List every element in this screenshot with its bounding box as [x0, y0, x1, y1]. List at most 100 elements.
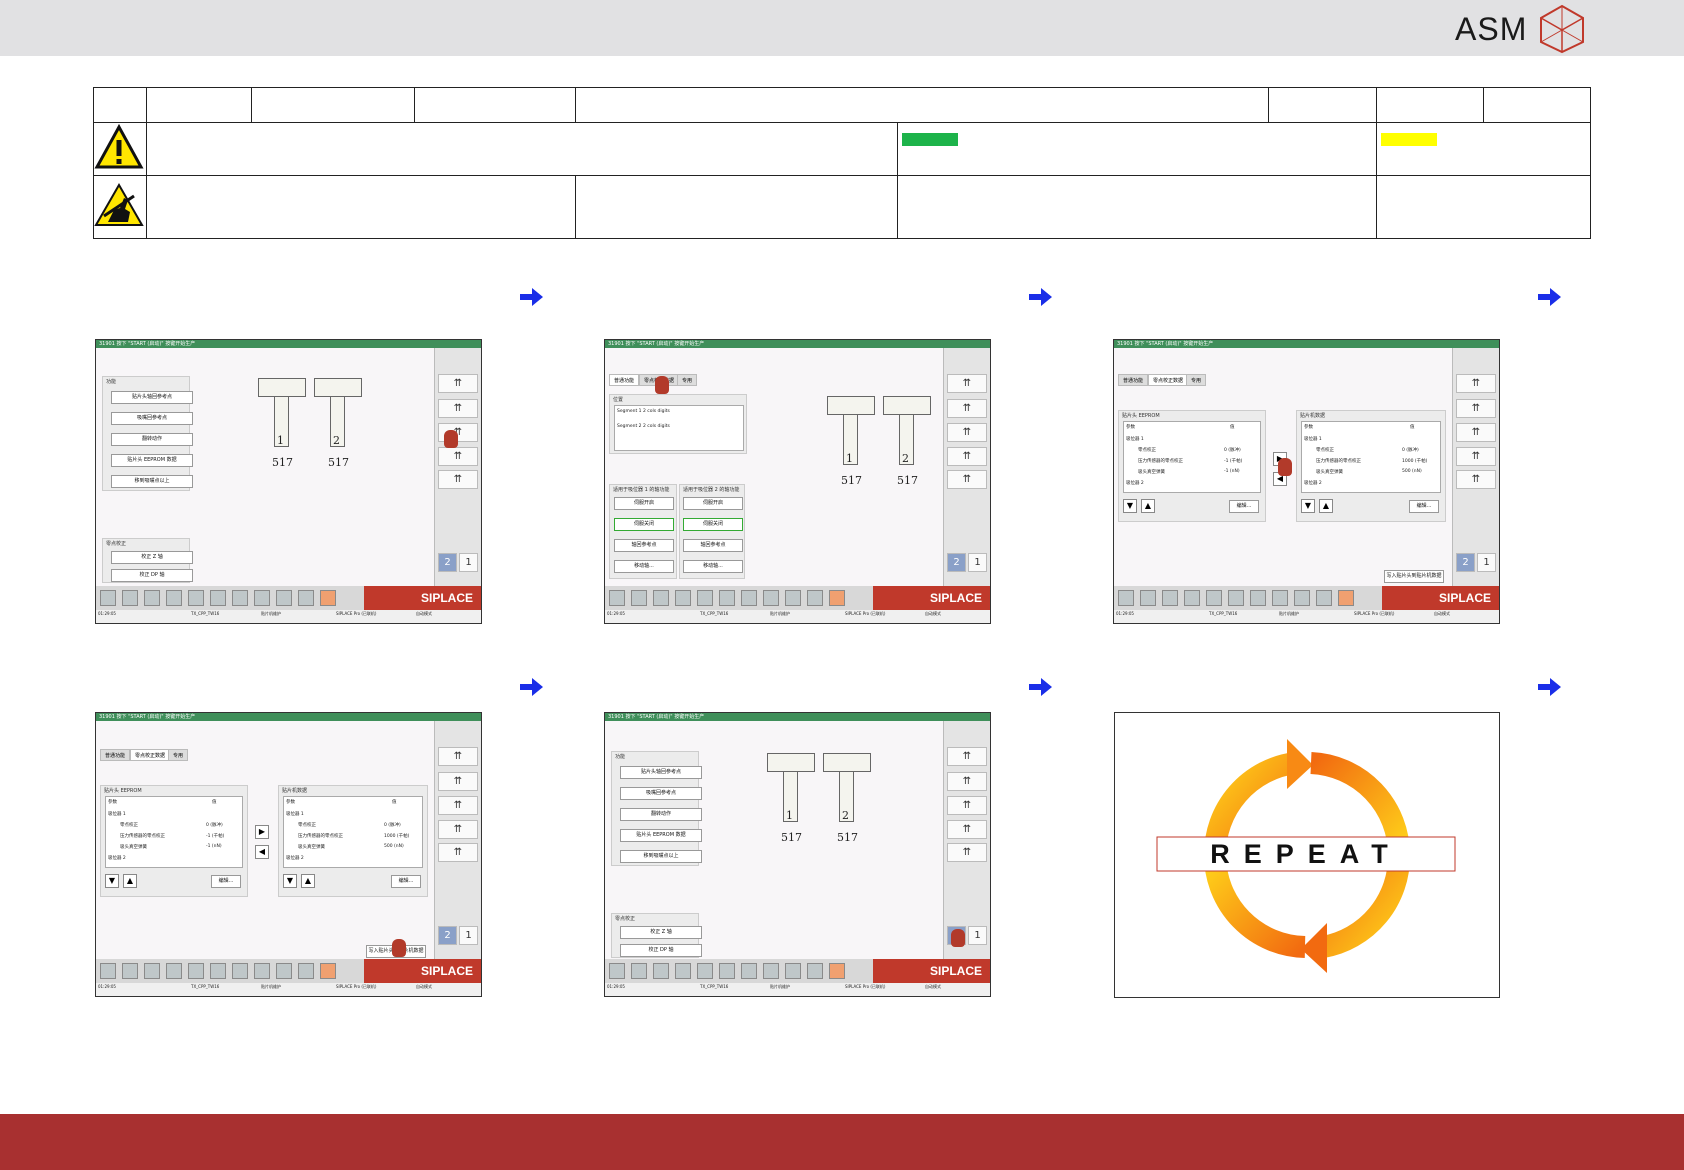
head-select-button[interactable]: ⇈ [438, 796, 478, 815]
toolbar-icon[interactable] [1294, 590, 1310, 606]
scroll-down-button[interactable]: ▼ [1123, 499, 1137, 513]
move-above-nozzle-button[interactable]: 移到吸嘴点以上 [620, 850, 702, 863]
home-nozzles-button[interactable]: 吸嘴回参考点 [111, 412, 193, 425]
toolbar-icon[interactable] [276, 963, 292, 979]
tab-general[interactable]: 普通功能 [1118, 374, 1149, 386]
calibrate-z-button[interactable]: 校正 Z 轴 [111, 551, 193, 564]
axis-home-button[interactable]: 轴回参考点 [614, 539, 674, 552]
scroll-down-button[interactable]: ▼ [105, 874, 119, 888]
toolbar-icon[interactable] [144, 963, 160, 979]
toolbar-icon[interactable] [609, 590, 625, 606]
servo-on-button[interactable]: 伺服开启 [614, 497, 674, 510]
tab-general[interactable]: 普通功能 [100, 749, 131, 761]
move-axis-button[interactable]: 移动轴... [683, 560, 743, 573]
toolbar-icon[interactable] [122, 590, 138, 606]
toolbar-icon[interactable] [1228, 590, 1244, 606]
wrench-icon[interactable] [1338, 590, 1354, 606]
flip-button[interactable]: 翻转动作 [111, 433, 193, 446]
toolbar-icon[interactable] [100, 590, 116, 606]
head-select-button[interactable]: ⇈ [947, 747, 987, 766]
edit-button[interactable]: 编辑... [1409, 500, 1439, 513]
head-select-button[interactable]: ⇈ [438, 399, 478, 418]
view-1-button[interactable]: 1 [968, 926, 987, 945]
tab-special[interactable]: 专用 [168, 749, 189, 761]
head-select-button[interactable]: ⇈ [947, 399, 987, 418]
toolbar-icon[interactable] [232, 590, 248, 606]
toolbar-icon[interactable] [741, 590, 757, 606]
head-select-button[interactable]: ⇈ [947, 423, 987, 442]
toolbar-icon[interactable] [785, 963, 801, 979]
toolbar-icon[interactable] [166, 963, 182, 979]
wrench-icon[interactable] [829, 590, 845, 606]
toolbar-icon[interactable] [1250, 590, 1266, 606]
view-2-button[interactable]: 2 [947, 553, 966, 572]
flip-button[interactable]: 翻转动作 [620, 808, 702, 821]
write-head-to-machine-button[interactable]: 写入贴片头到贴片机数据 [1384, 570, 1444, 583]
scroll-down-button[interactable]: ▼ [1301, 499, 1315, 513]
wrench-icon[interactable] [829, 963, 845, 979]
tab-zero-data[interactable]: 零点校正数据 [1148, 374, 1189, 386]
toolbar-icon[interactable] [719, 963, 735, 979]
head-select-button[interactable]: ⇈ [1456, 447, 1496, 466]
toolbar-icon[interactable] [653, 963, 669, 979]
edit-button[interactable]: 编辑... [391, 875, 421, 888]
tab-special[interactable]: 专用 [1186, 374, 1207, 386]
copy-right-button[interactable]: ▶ [255, 825, 269, 839]
toolbar-icon[interactable] [1184, 590, 1200, 606]
toolbar-icon[interactable] [298, 963, 314, 979]
toolbar-icon[interactable] [188, 963, 204, 979]
head-select-button[interactable]: ⇈ [947, 820, 987, 839]
toolbar-icon[interactable] [166, 590, 182, 606]
toolbar-icon[interactable] [210, 590, 226, 606]
toolbar-icon[interactable] [609, 963, 625, 979]
edit-button[interactable]: 编辑... [1229, 500, 1259, 513]
eeprom-data-button[interactable]: 贴片头 EEPROM 数据 [620, 829, 702, 842]
edit-button[interactable]: 编辑... [211, 875, 241, 888]
head-select-button[interactable]: ⇈ [947, 843, 987, 862]
head-select-button[interactable]: ⇈ [1456, 374, 1496, 393]
toolbar-icon[interactable] [1162, 590, 1178, 606]
toolbar-icon[interactable] [298, 590, 314, 606]
toolbar-icon[interactable] [1206, 590, 1222, 606]
toolbar-icon[interactable] [254, 590, 270, 606]
head-select-button[interactable]: ⇈ [438, 843, 478, 862]
servo-off-button[interactable]: 伺服关闭 [683, 518, 743, 531]
home-nozzles-button[interactable]: 吸嘴回参考点 [620, 787, 702, 800]
toolbar-icon[interactable] [763, 963, 779, 979]
view-1-button[interactable]: 1 [1477, 553, 1496, 572]
toolbar-icon[interactable] [785, 590, 801, 606]
head-select-button[interactable]: ⇈ [947, 772, 987, 791]
toolbar-icon[interactable] [1140, 590, 1156, 606]
toolbar-icon[interactable] [100, 963, 116, 979]
home-head-axes-button[interactable]: 贴片头轴回参考点 [620, 766, 702, 779]
servo-on-button[interactable]: 伺服开启 [683, 497, 743, 510]
move-above-nozzle-button[interactable]: 移到吸嘴点以上 [111, 475, 193, 488]
toolbar-icon[interactable] [807, 590, 823, 606]
toolbar-icon[interactable] [697, 590, 713, 606]
head-select-button[interactable]: ⇈ [438, 447, 478, 466]
scroll-down-button[interactable]: ▼ [283, 874, 297, 888]
toolbar-icon[interactable] [675, 590, 691, 606]
wrench-icon[interactable] [320, 963, 336, 979]
toolbar-icon[interactable] [631, 963, 647, 979]
tab-general[interactable]: 普通功能 [609, 374, 640, 386]
head-select-button[interactable]: ⇈ [438, 747, 478, 766]
view-2-button[interactable]: 2 [1456, 553, 1475, 572]
head-select-button[interactable]: ⇈ [1456, 470, 1496, 489]
toolbar-icon[interactable] [697, 963, 713, 979]
calibrate-dp-button[interactable]: 校正 DP 轴 [620, 944, 702, 957]
home-head-axes-button[interactable]: 贴片头轴回参考点 [111, 391, 193, 404]
head-select-button[interactable]: ⇈ [1456, 399, 1496, 418]
toolbar-icon[interactable] [122, 963, 138, 979]
toolbar-icon[interactable] [763, 590, 779, 606]
view-1-button[interactable]: 1 [459, 926, 478, 945]
head-select-button[interactable]: ⇈ [438, 470, 478, 489]
toolbar-icon[interactable] [653, 590, 669, 606]
scroll-up-button[interactable]: ▲ [123, 874, 137, 888]
head-select-button[interactable]: ⇈ [438, 772, 478, 791]
toolbar-icon[interactable] [1316, 590, 1332, 606]
toolbar-icon[interactable] [741, 963, 757, 979]
head-select-button[interactable]: ⇈ [947, 447, 987, 466]
toolbar-icon[interactable] [254, 963, 270, 979]
toolbar-icon[interactable] [232, 963, 248, 979]
